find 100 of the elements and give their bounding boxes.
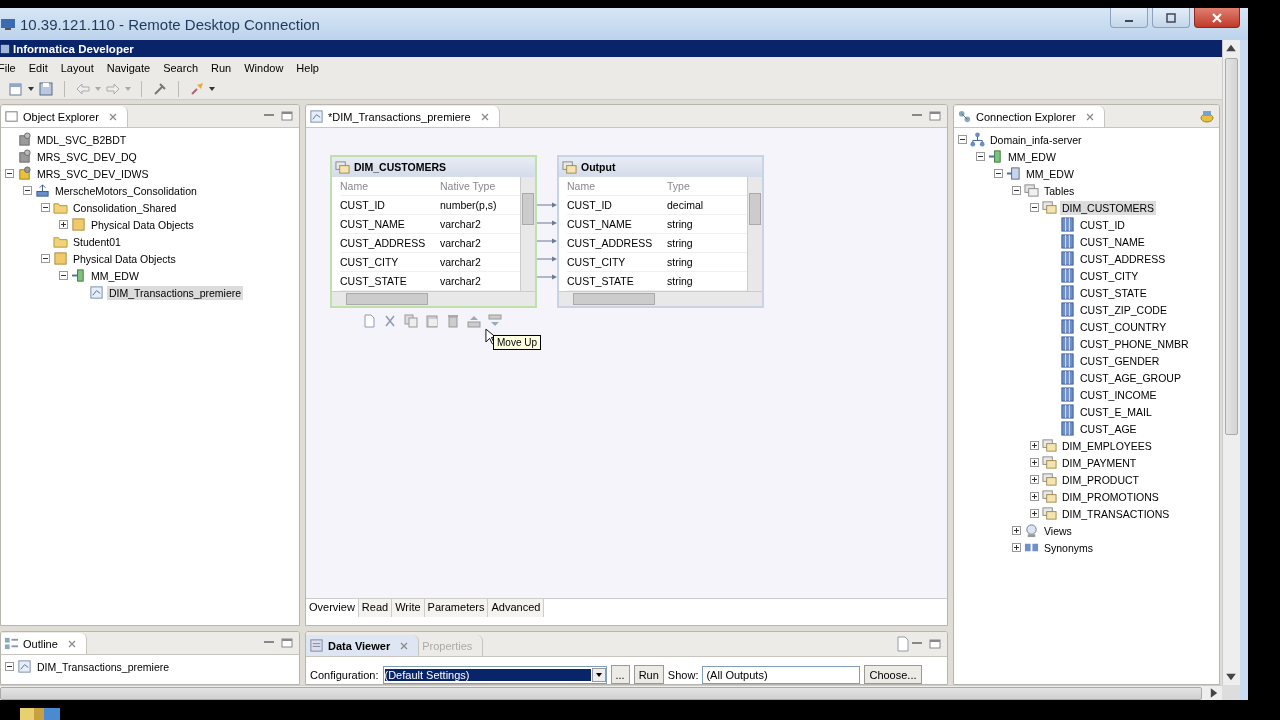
expand-icon[interactable]: [1030, 441, 1039, 450]
tree-item[interactable]: CUST_NAME: [1078, 234, 1147, 249]
editor-tab[interactable]: Advanced: [488, 599, 545, 617]
panel-tab[interactable]: Data Viewer: [306, 635, 420, 656]
show-field[interactable]: (All Outputs): [702, 665, 861, 684]
minimize-button[interactable]: [1110, 8, 1148, 28]
tree-item[interactable]: DIM_Transactions_premiere: [35, 659, 172, 674]
page-icon[interactable]: [362, 314, 376, 328]
collapse-icon[interactable]: [958, 135, 967, 144]
expand-icon[interactable]: [1030, 492, 1039, 501]
tree-item[interactable]: MDL_SVC_B2BDT: [35, 132, 129, 147]
tree-item[interactable]: CUST_AGE_GROUP: [1078, 370, 1183, 385]
close-icon[interactable]: [1085, 112, 1094, 121]
collapse-icon[interactable]: [1030, 203, 1039, 212]
menu-item[interactable]: Run: [210, 61, 233, 74]
menu-item[interactable]: Search: [162, 61, 199, 74]
tree-item[interactable]: MM_EDW: [1006, 149, 1058, 164]
tree-item[interactable]: Consolidation_Shared: [71, 200, 179, 215]
tool-icon[interactable]: [152, 80, 168, 97]
tree-item[interactable]: DIM_CUSTOMERS: [1060, 200, 1156, 215]
tree-item[interactable]: DIM_TRANSACTIONS: [1060, 506, 1172, 521]
scrollbar[interactable]: [332, 291, 535, 306]
tree-item[interactable]: Domain_infa-server: [988, 132, 1084, 147]
tree-item[interactable]: MRS_SVC_DEV_DQ: [35, 149, 139, 164]
editor-tab[interactable]: Write: [392, 599, 425, 617]
tree-item[interactable]: CUST_AGE: [1078, 421, 1139, 436]
clipboard-icon[interactable]: [425, 314, 439, 328]
collapse-icon[interactable]: [994, 169, 1003, 178]
transformation-object[interactable]: Output Name Type CUST_ID decimal CUST_NAME string CUST_ADDRESS string CUST_CITY string CUST_STATE string: [557, 155, 764, 308]
tree-item[interactable]: CUST_STATE: [1078, 285, 1149, 300]
maximize-icon[interactable]: [281, 111, 293, 121]
tree-item[interactable]: Physical Data Objects: [71, 251, 178, 266]
document-icon[interactable]: [895, 636, 911, 652]
maximize-button[interactable]: [1152, 8, 1190, 28]
tree-item[interactable]: CUST_ID: [1078, 217, 1127, 232]
folder-icon[interactable]: [20, 708, 60, 720]
browse-button[interactable]: ...: [610, 665, 630, 684]
maximize-icon[interactable]: [929, 639, 941, 649]
tree-item[interactable]: CUST_COUNTRY: [1078, 319, 1169, 334]
scissors-icon[interactable]: [383, 314, 397, 328]
tree-item[interactable]: MerscheMotors_Consolidation: [53, 183, 199, 198]
tree-item[interactable]: DIM_PAYMENT: [1060, 455, 1139, 470]
collapse-icon[interactable]: [976, 152, 985, 161]
maximize-icon[interactable]: [281, 638, 293, 648]
copy-icon[interactable]: [404, 314, 418, 328]
tree-item[interactable]: CUST_INCOME: [1078, 387, 1159, 402]
expand-icon[interactable]: [1012, 526, 1021, 535]
horizontal-scrollbar[interactable]: [0, 685, 1222, 700]
tree-item[interactable]: Tables: [1042, 183, 1077, 198]
choose-button[interactable]: Choose...: [864, 665, 922, 684]
run-button[interactable]: Run: [633, 665, 664, 684]
close-icon[interactable]: [67, 639, 76, 648]
collapse-icon[interactable]: [41, 203, 50, 212]
column-header[interactable]: Name: [567, 180, 667, 192]
scrollbar[interactable]: [559, 291, 762, 306]
collapse-icon[interactable]: [1012, 186, 1021, 195]
tree-item[interactable]: MM_EDW: [89, 268, 141, 283]
expand-icon[interactable]: [1012, 543, 1021, 552]
close-icon[interactable]: [108, 112, 117, 121]
tree-item[interactable]: CUST_GENDER: [1078, 353, 1162, 368]
column-header[interactable]: Native Type: [440, 180, 520, 192]
tree-item[interactable]: DIM_PRODUCT: [1060, 472, 1141, 487]
editor-tab[interactable]: *DIM_Transactions_premiere: [306, 106, 500, 127]
vertical-scrollbar[interactable]: [1222, 40, 1240, 685]
up-arrow-icon[interactable]: [467, 314, 481, 328]
caret-icon[interactable]: [209, 86, 215, 91]
tree-item[interactable]: DIM_EMPLOYEES: [1060, 438, 1154, 453]
caret-icon[interactable]: [28, 86, 34, 91]
expand-icon[interactable]: [1030, 509, 1039, 518]
collapse-icon[interactable]: [5, 662, 14, 671]
scrollbar[interactable]: [747, 177, 762, 291]
tree-item[interactable]: MRS_SVC_DEV_IDWS: [35, 166, 151, 181]
collapse-icon[interactable]: [5, 169, 14, 178]
maximize-icon[interactable]: [929, 111, 941, 121]
tree-item[interactable]: Physical Data Objects: [89, 217, 196, 232]
editor-tab[interactable]: Parameters: [424, 599, 489, 617]
menu-item[interactable]: Navigate: [105, 61, 152, 74]
collapse-icon[interactable]: [41, 254, 50, 263]
panel-tab[interactable]: Object Explorer: [1, 106, 128, 127]
database-connect-icon[interactable]: [1199, 108, 1215, 124]
tree-item[interactable]: CUST_PHONE_NMBR: [1078, 336, 1191, 351]
editor-tab[interactable]: Read: [358, 599, 393, 617]
menu-item[interactable]: Window: [243, 61, 285, 74]
close-icon[interactable]: [400, 641, 409, 650]
trash-icon[interactable]: [446, 314, 460, 328]
expand-icon[interactable]: [1030, 475, 1039, 484]
panel-tab[interactable]: Connection Explorer: [954, 106, 1105, 127]
menu-item[interactable]: Layout: [59, 61, 95, 74]
expand-icon[interactable]: [59, 220, 68, 229]
panel-tab[interactable]: Outline: [1, 633, 87, 654]
scrollbar[interactable]: [520, 177, 535, 291]
tree-item[interactable]: DIM_PROMOTIONS: [1060, 489, 1161, 504]
tree-item[interactable]: Views: [1042, 523, 1074, 538]
transformation-object[interactable]: DIM_CUSTOMERS Name Native Type CUST_ID number(p,s) CUST_NAME varchar2 CUST_ADDRESS varchar2 CUST_CITY varchar2 CUST_STATE varchar2: [330, 155, 537, 308]
column-header[interactable]: Type: [667, 180, 747, 192]
tree-item[interactable]: CUST_E_MAIL: [1078, 404, 1154, 419]
tree-item[interactable]: CUST_ZIP_CODE: [1078, 302, 1169, 317]
column-header[interactable]: Name: [340, 180, 440, 192]
tree-item[interactable]: CUST_CITY: [1078, 268, 1141, 283]
tree-item[interactable]: Student01: [71, 234, 123, 249]
